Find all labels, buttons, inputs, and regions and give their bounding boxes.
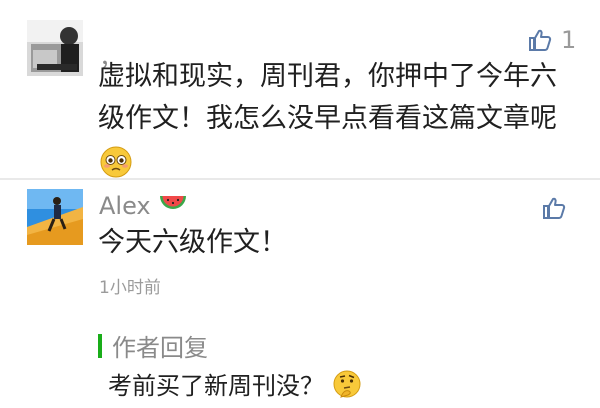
comment-1: ， 1 虚拟和现实，周刊君，你押中了今年六 级作文！我怎么没早点看看这篇文章呢 [0, 0, 600, 178]
comment-text: 今天六级作文！ [98, 227, 287, 258]
comment-timestamp: 1小时前 [99, 278, 161, 298]
comment-text-line-1: 虚拟和现实，周刊君，你押中了今年六 [98, 61, 557, 92]
thinking-face-emoji-icon [332, 369, 362, 405]
author-reply-text: 考前买了新周刊没？ [108, 366, 362, 405]
comment-text-line-2: 级作文！我怎么没早点看看这篇文章呢 [98, 103, 557, 134]
like-count: 1 [561, 26, 577, 54]
avatar[interactable] [27, 189, 83, 245]
avatar[interactable] [27, 20, 83, 76]
author-reply-text-content: 考前买了新周刊没？ [108, 372, 324, 400]
thumbs-up-icon[interactable] [542, 196, 566, 224]
pleading-face-emoji-icon [100, 146, 132, 182]
commenter-name-text: Alex [99, 192, 151, 220]
watermelon-emoji-icon [158, 192, 188, 222]
thumbs-up-icon[interactable] [528, 28, 552, 56]
commenter-name: Alex [99, 192, 188, 222]
author-reply-marker [98, 334, 102, 358]
author-reply-label: 作者回复 [112, 334, 208, 362]
